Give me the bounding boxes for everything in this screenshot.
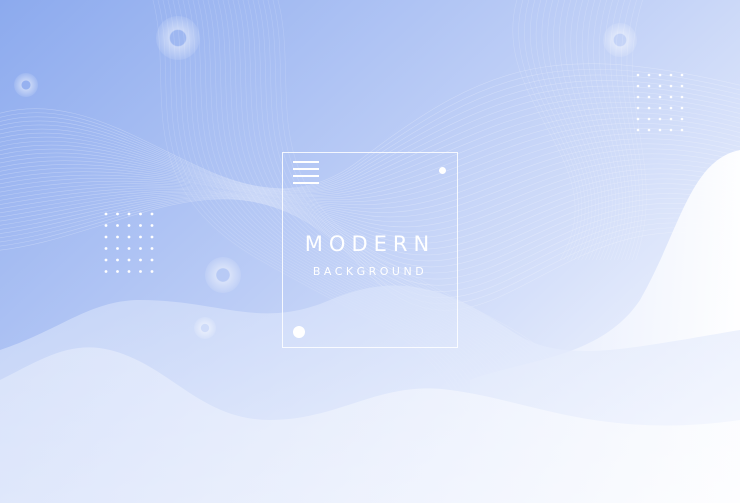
dot-icon: [293, 326, 305, 338]
background-canvas: MODERN BACKGROUND: [0, 0, 740, 503]
page-subtitle: BACKGROUND: [312, 265, 428, 278]
menu-icon: [293, 161, 319, 185]
dot-icon: [439, 167, 446, 174]
page-title: MODERN: [304, 232, 436, 256]
